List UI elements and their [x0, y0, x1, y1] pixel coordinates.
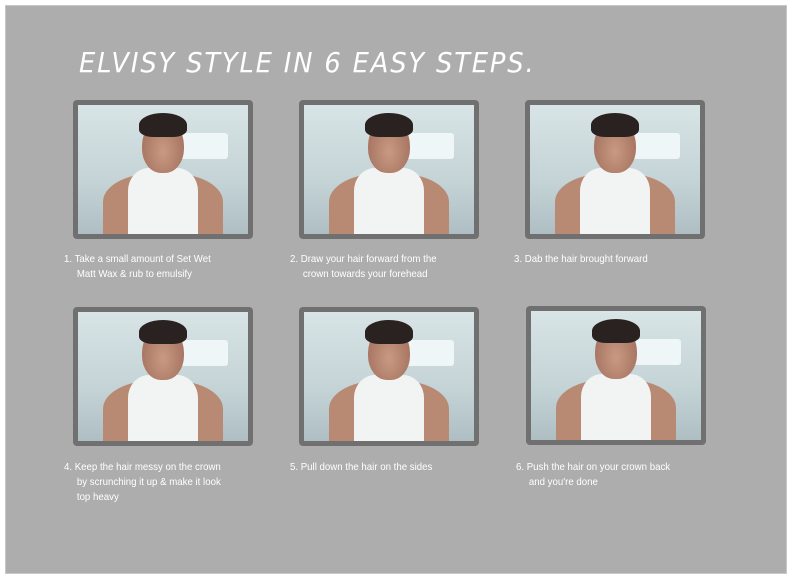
step-photo — [304, 105, 474, 234]
step-photo-frame — [526, 306, 706, 445]
hair — [139, 113, 187, 137]
caption-line: 4. Keep the hair messy on the crown — [64, 461, 221, 473]
step-photo — [531, 311, 701, 440]
step-caption: 1. Take a small amount of Set Wet Matt Wa… — [64, 252, 211, 282]
step-photo — [530, 105, 700, 234]
step-photo — [78, 312, 248, 441]
light-glow — [404, 133, 454, 159]
caption-line: 6. Push the hair on your crown back — [516, 461, 671, 473]
caption-line: and you're done — [528, 476, 598, 488]
step-caption: 4. Keep the hair messy on the crown by sc… — [64, 460, 221, 505]
caption-line: by scrunching it up & make it look — [76, 476, 221, 488]
towel — [128, 375, 198, 441]
light-glow — [178, 340, 228, 366]
step-photo-frame — [73, 307, 253, 446]
towel — [128, 168, 198, 234]
step-photo — [78, 105, 248, 234]
towel — [581, 374, 651, 440]
hair — [139, 320, 187, 344]
caption-line: crown towards your forehead — [302, 268, 428, 280]
step-caption: 6. Push the hair on your crown back and y… — [516, 460, 670, 490]
towel — [354, 375, 424, 441]
towel — [580, 168, 650, 234]
light-glow — [404, 340, 454, 366]
hair — [365, 320, 413, 344]
step-photo — [304, 312, 474, 441]
caption-line: 5. Pull down the hair on the sides — [290, 461, 433, 473]
light-glow — [178, 133, 228, 159]
towel — [354, 168, 424, 234]
caption-line: 1. Take a small amount of Set Wet — [64, 253, 211, 265]
caption-line: top heavy — [76, 491, 119, 503]
caption-line: Matt Wax & rub to emulsify — [76, 268, 192, 280]
step-photo-frame — [525, 100, 705, 239]
caption-line: 2. Draw your hair forward from the — [290, 253, 437, 265]
caption-line: 3. Dab the hair brought forward — [514, 253, 648, 265]
hair — [365, 113, 413, 137]
step-photo-frame — [299, 307, 479, 446]
hair — [591, 113, 639, 137]
step-caption: 3. Dab the hair brought forward — [514, 252, 648, 267]
step-photo-frame — [299, 100, 479, 239]
light-glow — [630, 133, 680, 159]
hair — [592, 319, 640, 343]
step-caption: 2. Draw your hair forward from the crown … — [290, 252, 437, 282]
page-title: ELVISY STYLE IN 6 EASY STEPS. — [79, 46, 536, 79]
light-glow — [631, 339, 681, 365]
step-caption: 5. Pull down the hair on the sides — [290, 460, 432, 475]
step-photo-frame — [73, 100, 253, 239]
